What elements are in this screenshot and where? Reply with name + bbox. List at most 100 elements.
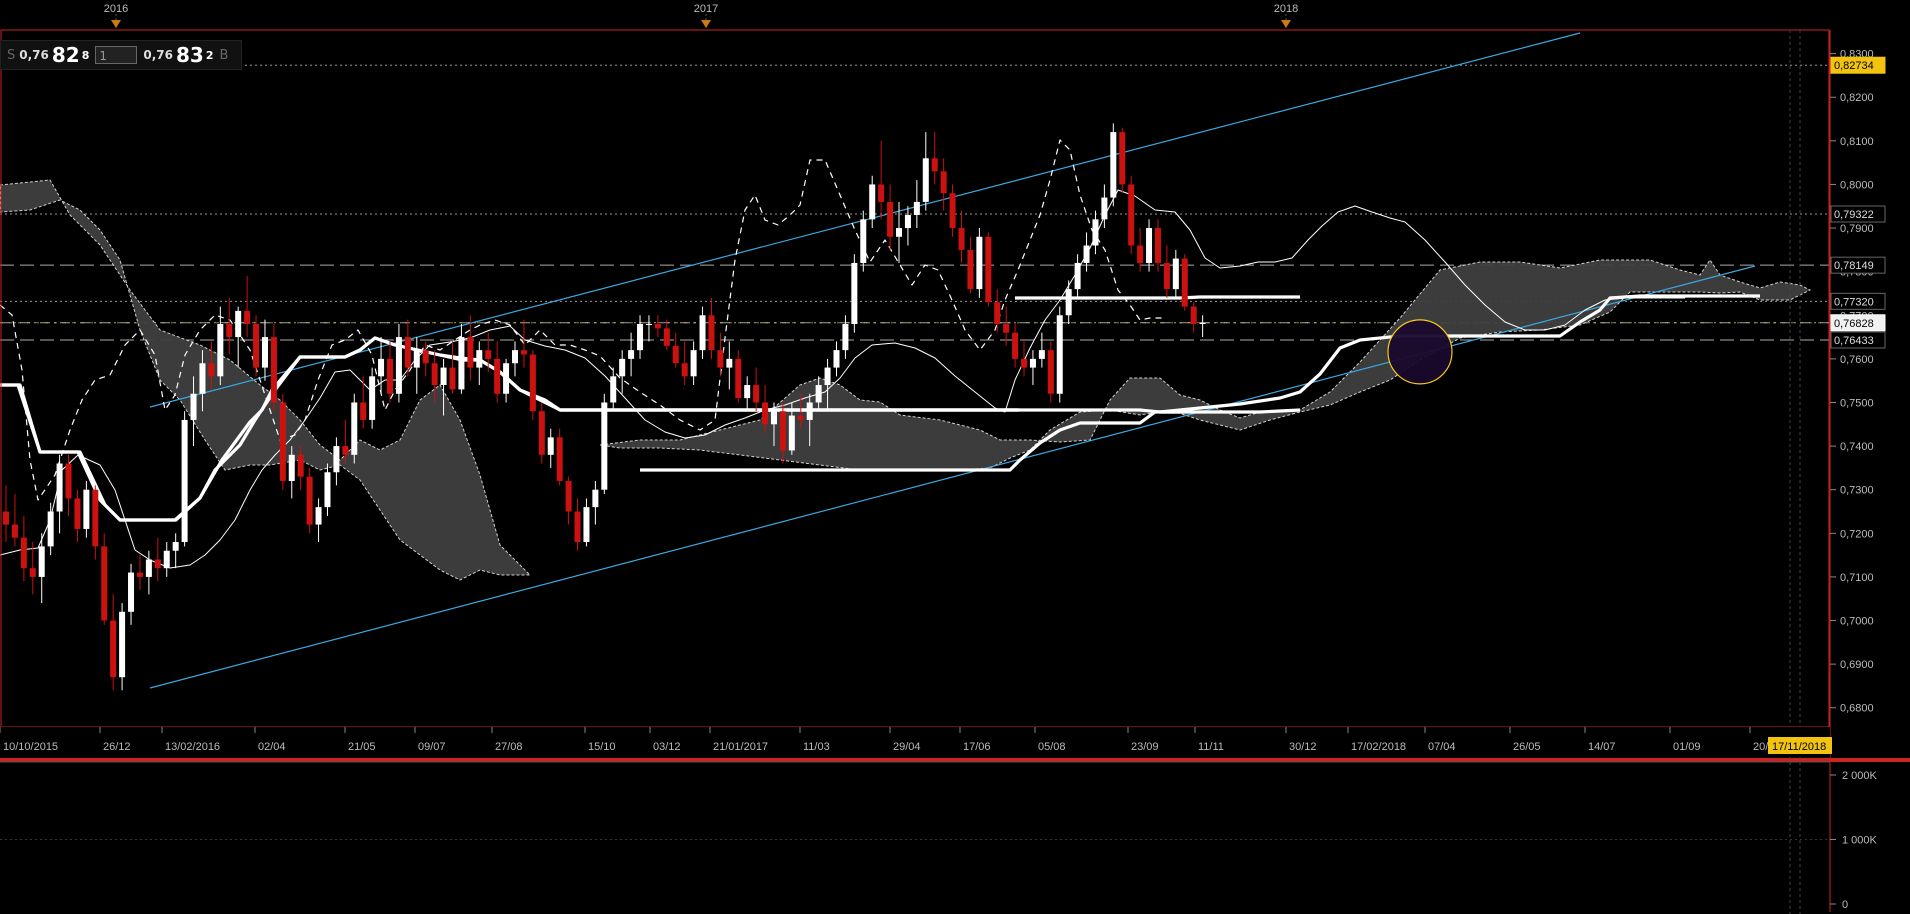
candle-body[interactable]: [449, 367, 456, 390]
candle-body[interactable]: [904, 214, 911, 229]
candle-body[interactable]: [645, 323, 652, 325]
candle-body[interactable]: [235, 310, 242, 338]
candle-body[interactable]: [145, 559, 152, 577]
candle-body[interactable]: [199, 363, 206, 394]
candle-body[interactable]: [1038, 350, 1045, 359]
candle-body[interactable]: [1146, 228, 1153, 263]
candle-body[interactable]: [261, 337, 268, 368]
candle-body[interactable]: [29, 568, 36, 577]
candle-body[interactable]: [717, 350, 724, 368]
candle-body[interactable]: [1012, 332, 1019, 359]
candle-body[interactable]: [342, 446, 349, 455]
candle-body[interactable]: [762, 402, 769, 425]
candle-body[interactable]: [1128, 184, 1135, 246]
candle-body[interactable]: [163, 550, 170, 569]
candle-body[interactable]: [967, 249, 974, 290]
candle-body[interactable]: [637, 323, 644, 351]
candle-body[interactable]: [458, 337, 465, 390]
ichimoku-chart[interactable]: 2016 2017 20180,83000,82000,81000,80000,79…: [0, 0, 1910, 914]
candle-body[interactable]: [628, 350, 635, 359]
buy-price-pips[interactable]: 83: [176, 43, 204, 67]
candle-body[interactable]: [253, 323, 260, 368]
candle-body[interactable]: [503, 363, 510, 394]
candle-body[interactable]: [208, 363, 215, 377]
price-marker-tag[interactable]: 0,77320: [1830, 292, 1886, 310]
candle-body[interactable]: [270, 337, 277, 403]
candle-body[interactable]: [56, 463, 63, 512]
candle-body[interactable]: [279, 402, 286, 481]
candle-body[interactable]: [119, 611, 126, 678]
candle-body[interactable]: [3, 511, 9, 525]
candle-body[interactable]: [440, 367, 447, 386]
candle-body[interactable]: [824, 367, 831, 386]
candle-body[interactable]: [815, 385, 822, 403]
candle-body[interactable]: [797, 415, 804, 420]
candle-body[interactable]: [431, 363, 438, 386]
candle-body[interactable]: [735, 358, 742, 399]
candle-body[interactable]: [538, 411, 545, 455]
candle-body[interactable]: [1056, 315, 1063, 394]
candle-body[interactable]: [395, 337, 402, 394]
candle-body[interactable]: [922, 158, 929, 202]
candle-body[interactable]: [565, 480, 572, 512]
candle-body[interactable]: [949, 193, 956, 229]
candle-body[interactable]: [136, 572, 143, 577]
candle-body[interactable]: [217, 323, 224, 377]
candle-body[interactable]: [1181, 258, 1188, 307]
candle-body[interactable]: [386, 358, 393, 394]
kijun-sen-right-line[interactable]: [1015, 295, 1300, 300]
candle-body[interactable]: [788, 415, 795, 451]
candle-body[interactable]: [360, 402, 367, 420]
candle-body[interactable]: [592, 489, 599, 508]
candle-body[interactable]: [708, 315, 715, 351]
candle-body[interactable]: [779, 411, 786, 451]
candle-body[interactable]: [1083, 245, 1090, 263]
current-date-tag[interactable]: 17/11/2018: [1768, 737, 1832, 754]
candle-body[interactable]: [351, 402, 358, 455]
candle-body[interactable]: [1172, 258, 1179, 290]
candle-body[interactable]: [726, 358, 733, 368]
candle-body[interactable]: [556, 437, 563, 481]
candle-body[interactable]: [512, 350, 519, 364]
candle-body[interactable]: [47, 511, 54, 547]
candle-body[interactable]: [574, 511, 581, 543]
candle-body[interactable]: [369, 376, 376, 420]
candle-body[interactable]: [1065, 289, 1072, 316]
candle-body[interactable]: [485, 350, 492, 359]
candle-body[interactable]: [1074, 262, 1081, 290]
candle-body[interactable]: [610, 376, 617, 403]
candle-body[interactable]: [128, 572, 135, 612]
candle-body[interactable]: [1190, 306, 1197, 324]
candle-body[interactable]: [1137, 245, 1144, 263]
candle-body[interactable]: [1092, 219, 1099, 246]
candle-body[interactable]: [547, 437, 554, 455]
candle-body[interactable]: [190, 393, 197, 420]
candle-body[interactable]: [1119, 132, 1126, 185]
candle-body[interactable]: [806, 402, 813, 420]
candle-body[interactable]: [619, 358, 626, 377]
candle-body[interactable]: [65, 463, 72, 499]
candle-body[interactable]: [422, 350, 429, 364]
price-marker-tag[interactable]: 0,78149: [1830, 256, 1886, 274]
price-marker-tag[interactable]: 0,76433: [1830, 331, 1886, 349]
sell-price-pips[interactable]: 82: [52, 43, 80, 67]
candle-body[interactable]: [324, 472, 331, 508]
candle-body[interactable]: [913, 201, 920, 215]
candle-body[interactable]: [994, 302, 1001, 324]
candle-body[interactable]: [601, 402, 608, 490]
candle-body[interactable]: [1154, 228, 1161, 263]
candle-body[interactable]: [494, 358, 501, 394]
candle-body[interactable]: [467, 337, 474, 368]
candle-body[interactable]: [110, 620, 117, 678]
price-marker-tag[interactable]: 0,82734: [1830, 56, 1886, 74]
candle-body[interactable]: [869, 184, 876, 220]
candle-body[interactable]: [1110, 132, 1117, 198]
candle-body[interactable]: [520, 350, 527, 355]
candle-body[interactable]: [690, 350, 697, 377]
candle-body[interactable]: [404, 337, 411, 368]
candle-body[interactable]: [154, 559, 161, 569]
candle-body[interactable]: [896, 228, 902, 237]
candle-body[interactable]: [1029, 358, 1036, 368]
candle-body[interactable]: [181, 419, 188, 543]
candle-body[interactable]: [74, 498, 81, 529]
